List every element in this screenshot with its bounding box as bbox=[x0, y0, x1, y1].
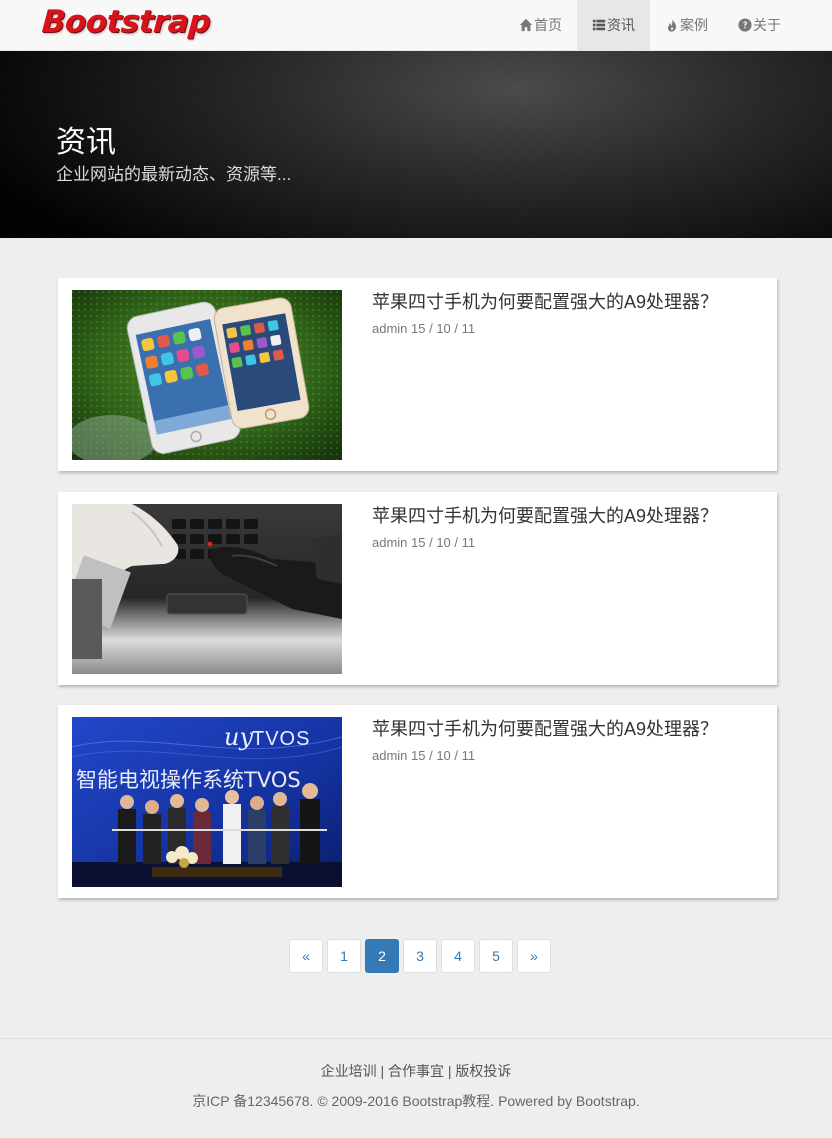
nav-item-home[interactable]: 首页 bbox=[504, 0, 577, 50]
article-card: 苹果四寸手机为何要配置强大的A9处理器？ admin 15 / 10 / 11 bbox=[58, 278, 777, 471]
nav-item-about[interactable]: 关于 bbox=[723, 0, 796, 50]
question-circle-icon bbox=[738, 18, 752, 32]
tvos-banner-text: 智能电视操作系统TVOS bbox=[76, 768, 301, 792]
footer-link-cooperation[interactable]: 合作事宜 bbox=[388, 1063, 444, 1079]
footer-separator: | bbox=[447, 1063, 452, 1079]
page-button-1[interactable]: 1 bbox=[327, 939, 361, 973]
nav-item-cases[interactable]: 案例 bbox=[650, 0, 723, 50]
pagination: « 1 2 3 4 5 » bbox=[289, 939, 551, 973]
page-prev-button[interactable]: « bbox=[289, 939, 323, 973]
fire-icon bbox=[667, 18, 676, 32]
nav-item-label: 案例 bbox=[680, 17, 708, 33]
page-button-2-current[interactable]: 2 bbox=[365, 939, 399, 973]
article-card: TVOS uy 智能电视操作系统TVOS 苹果四寸手机为何要配置强大的A9处理器… bbox=[58, 705, 777, 898]
brand-logo[interactable]: Bootstrap bbox=[41, 4, 212, 40]
list-icon bbox=[592, 19, 606, 31]
article-thumbnail[interactable]: TVOS uy 智能电视操作系统TVOS bbox=[72, 717, 342, 887]
article-title[interactable]: 苹果四寸手机为何要配置强大的A9处理器？ bbox=[372, 715, 718, 741]
article-meta: admin 15 / 10 / 11 bbox=[372, 748, 476, 763]
hands-on-laptop-image bbox=[72, 504, 342, 674]
article-title[interactable]: 苹果四寸手机为何要配置强大的A9处理器？ bbox=[372, 502, 718, 528]
article-meta: admin 15 / 10 / 11 bbox=[372, 321, 476, 336]
page-button-5[interactable]: 5 bbox=[479, 939, 513, 973]
svg-text:uy: uy bbox=[224, 723, 253, 751]
hero-banner: 资讯 企业网站的最新动态、资源等... bbox=[0, 51, 832, 238]
nav-item-label: 关于 bbox=[753, 17, 781, 33]
article-meta: admin 15 / 10 / 11 bbox=[372, 535, 476, 550]
tvos-logo-text: TVOS bbox=[252, 728, 310, 750]
home-icon bbox=[519, 18, 533, 32]
tvos-launch-event-image: TVOS uy 智能电视操作系统TVOS bbox=[72, 717, 342, 887]
page-button-3[interactable]: 3 bbox=[403, 939, 437, 973]
footer-links: 企业培训 | 合作事宜 | 版权投诉 bbox=[0, 1061, 832, 1081]
article-title[interactable]: 苹果四寸手机为何要配置强大的A9处理器？ bbox=[372, 288, 718, 314]
footer-link-copyright-complaint[interactable]: 版权投诉 bbox=[455, 1063, 511, 1079]
nav-item-label: 资讯 bbox=[607, 17, 635, 33]
footer: 企业培训 | 合作事宜 | 版权投诉 京ICP 备12345678. © 200… bbox=[0, 1038, 832, 1138]
article-thumbnail[interactable] bbox=[72, 504, 342, 674]
iphones-on-grass-image bbox=[72, 290, 342, 460]
footer-link-training[interactable]: 企业培训 bbox=[321, 1063, 377, 1079]
page-subtitle: 企业网站的最新动态、资源等... bbox=[56, 165, 292, 184]
article-thumbnail[interactable] bbox=[72, 290, 342, 460]
footer-copyright: 京ICP 备12345678. © 2009-2016 Bootstrap教程.… bbox=[192, 1093, 640, 1109]
footer-separator: | bbox=[380, 1063, 385, 1079]
nav-item-label: 首页 bbox=[534, 17, 562, 33]
main-nav: 首页 资讯 案例 关于 bbox=[504, 0, 796, 50]
navbar: Bootstrap 首页 资讯 案例 关于 bbox=[0, 0, 832, 51]
page-button-4[interactable]: 4 bbox=[441, 939, 475, 973]
nav-item-news[interactable]: 资讯 bbox=[577, 0, 650, 50]
article-card: 苹果四寸手机为何要配置强大的A9处理器？ admin 15 / 10 / 11 bbox=[58, 492, 777, 685]
page-next-button[interactable]: » bbox=[517, 939, 551, 973]
page-title: 资讯 bbox=[56, 126, 116, 159]
